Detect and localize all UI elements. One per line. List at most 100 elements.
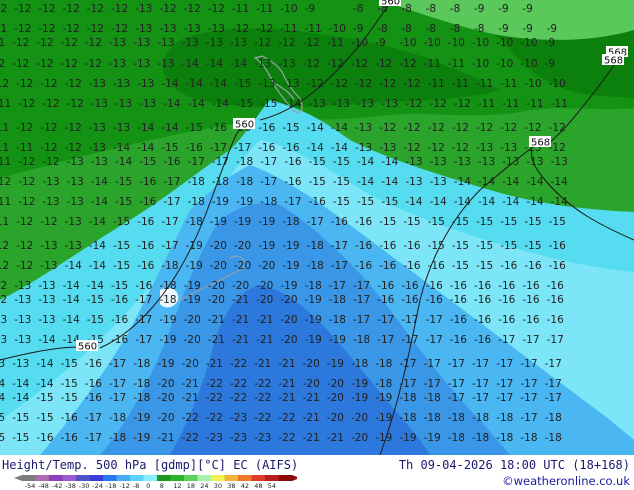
temp-label: -16 [61,432,78,444]
temp-label: -18 [424,392,441,404]
temp-label: -17 [109,392,126,404]
temp-label: -21 [206,358,223,370]
temp-label: -14 [0,378,5,390]
temp-label: -13 [157,58,174,70]
temp-label: -14 [210,78,227,90]
scale-tick-label: 42 [241,482,249,489]
temp-label: -22 [182,432,199,444]
temp-label: -8 [450,23,460,35]
temp-label: -16 [210,122,227,134]
temp-label: -16 [284,176,301,188]
temp-label: -11 [502,98,519,110]
temp-label: -13 [0,358,5,370]
scale-swatch [22,475,36,481]
temp-label: -17 [472,358,489,370]
scale-swatch [278,475,293,481]
temp-label: -16 [426,294,443,306]
temp-label: -15 [186,122,203,134]
temp-label: -21 [182,392,199,404]
temp-label: -15 [111,280,128,292]
temp-label: -19 [351,378,368,390]
temp-label: -12 [0,294,7,306]
temp-label: -15 [161,142,178,154]
temp-label: -12 [399,58,416,70]
contour-label: 568 [531,138,550,149]
scale-tick-label: 48 [254,482,262,489]
temp-label: -19 [305,314,322,326]
temp-label: -11 [428,78,445,90]
temp-label: -18 [545,432,562,444]
temp-label: -13 [357,98,374,110]
temp-label: -20 [280,314,297,326]
temp-label: -8 [401,23,411,35]
temp-label: -22 [206,412,223,424]
temp-label: -17 [547,334,564,346]
temp-label: -19 [258,240,275,252]
temp-label: -13 [89,78,106,90]
temp-label: -11 [232,3,249,15]
temp-label: -14 [161,122,178,134]
temp-label: -13 [526,156,543,168]
temp-label: -12 [40,122,57,134]
scale-swatch [197,475,212,481]
credit-link[interactable]: ©weatheronline.co.uk [502,474,630,488]
scale-swatch [143,475,158,481]
temp-label: -12 [40,216,57,228]
temp-label: -18 [424,412,441,424]
map-area[interactable]: -12-12-12-12-12-12-13-12-12-12-11-11-10-… [0,0,634,455]
temp-label: -14 [478,176,495,188]
contour-label: 560 [235,120,254,131]
scale-swatch [89,475,104,481]
temp-label: -18 [375,378,392,390]
temp-label: -17 [545,378,562,390]
temp-label: -14 [307,142,324,154]
temperature-map: -12-12-12-12-12-12-13-12-12-12-11-11-10-… [0,0,634,455]
temp-label: -21 [208,314,225,326]
temp-label: -14 [163,98,180,110]
temp-label: -13 [309,98,326,110]
temp-label: -17 [426,334,443,346]
temp-label: -17 [545,358,562,370]
temp-label: -12 [524,122,541,134]
temp-label: -12 [379,78,396,90]
temp-label: -21 [278,358,295,370]
temp-label: -22 [254,412,271,424]
scale-swatch [35,475,50,481]
temp-label: -15 [309,176,326,188]
temp-label: -14 [454,196,471,208]
temp-label: -14 [381,176,398,188]
temp-label: -9 [498,3,508,15]
scale-swatch [103,475,117,481]
temp-label: -8 [377,23,387,35]
temp-label: -13 [258,78,275,90]
temp-label: -14 [63,280,80,292]
scale-arrow-left [14,475,22,481]
temp-label: -9 [305,3,315,15]
scale-swatch [251,475,266,481]
temp-label: -13 [133,58,150,70]
temp-label: -13 [0,314,7,326]
temp-label: -11 [526,98,543,110]
temp-label: -17 [260,156,277,168]
temp-label: -16 [139,196,156,208]
temp-label: -18 [305,280,322,292]
temp-label: -15 [87,314,104,326]
temp-label: -16 [377,294,394,306]
temp-label: -12 [16,122,33,134]
temp-label: -12 [87,23,104,35]
temp-label: -21 [254,358,271,370]
temp-label: -15 [309,156,326,168]
temp-label: -16 [498,294,515,306]
temp-label: -20 [184,334,201,346]
temp-label: -16 [474,334,491,346]
temp-label: -19 [375,392,392,404]
temp-label: -18 [186,216,203,228]
temp-label: -13 [12,358,29,370]
temp-label: -20 [258,260,275,272]
temp-label: -13 [551,156,568,168]
temp-label: -13 [405,176,422,188]
scale-swatch [76,475,90,481]
temp-label: -13 [91,98,108,110]
scale-tick-label: 12 [173,482,181,489]
temp-label: -13 [230,37,247,49]
